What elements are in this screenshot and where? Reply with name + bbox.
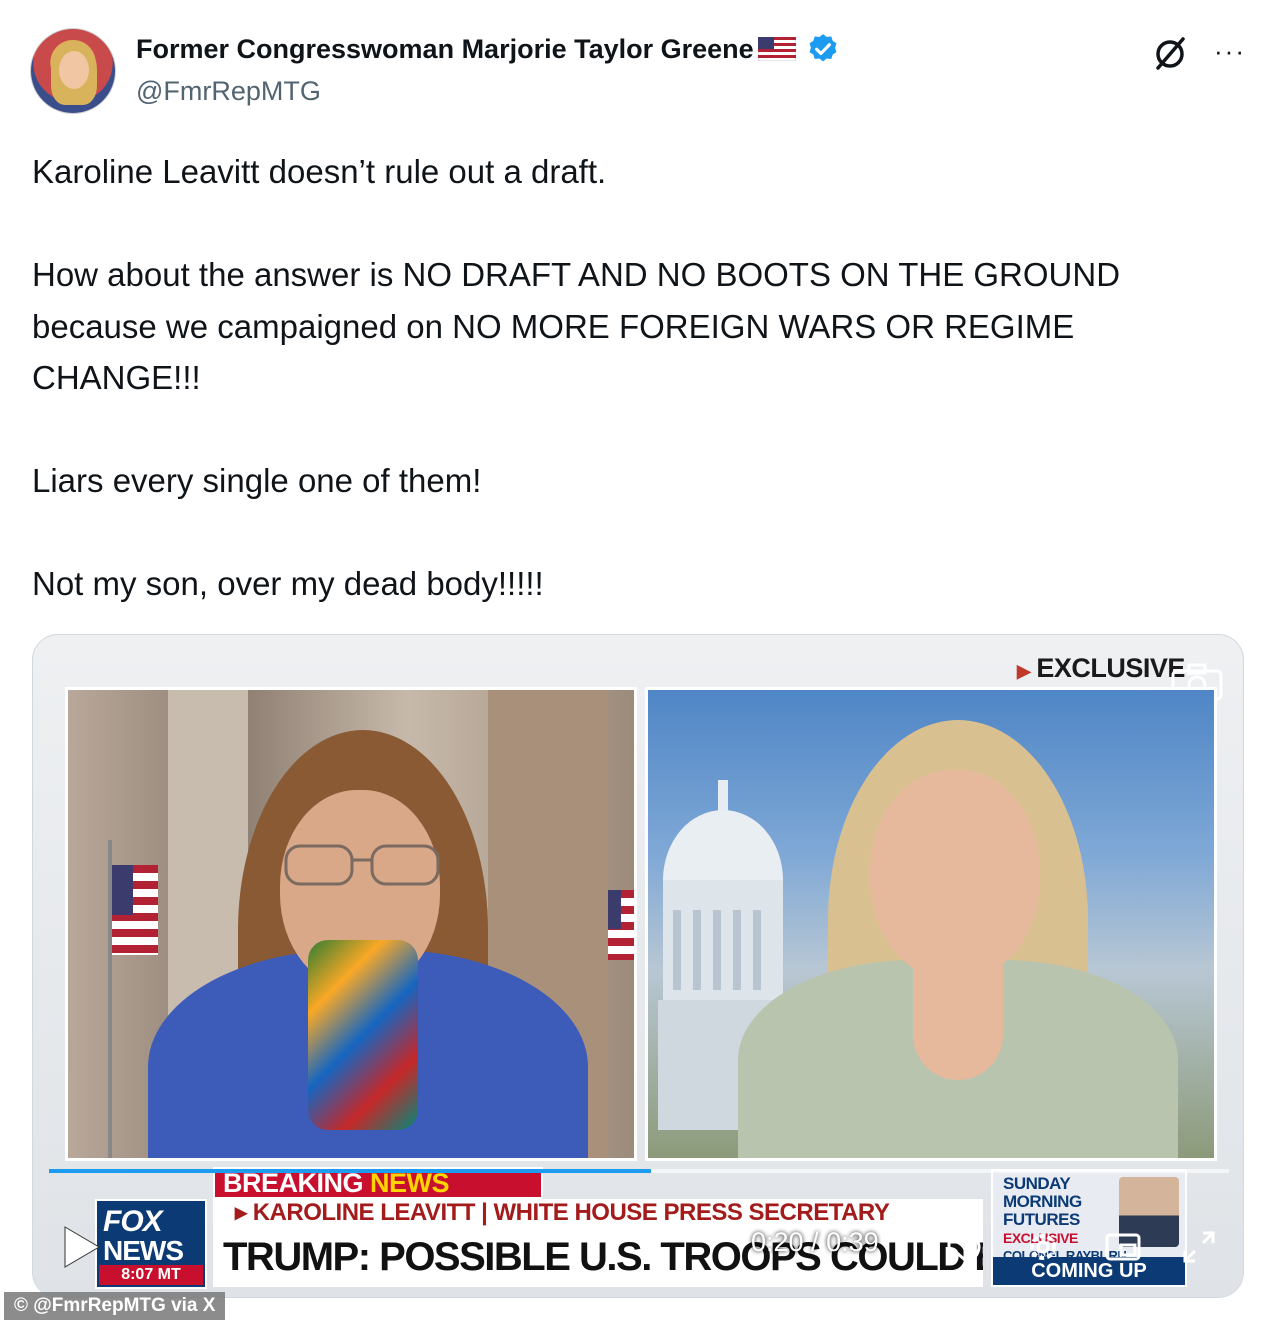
author-name-row: Former Congresswoman Marjorie Taylor Gre… — [136, 32, 840, 66]
more-options-icon[interactable]: ··· — [1214, 38, 1246, 64]
post-paragraph: How about the answer is NO DRAFT AND NO … — [32, 256, 1130, 396]
grok-icon[interactable] — [1150, 34, 1190, 74]
post-paragraph: Not my son, over my dead body!!!!! — [32, 565, 544, 602]
verified-badge-icon — [809, 34, 837, 62]
host-scarf — [308, 940, 418, 1130]
american-flag — [608, 890, 634, 960]
video-progress-bar[interactable] — [49, 1169, 1229, 1173]
exclusive-label: EXCLUSIVE — [1036, 653, 1185, 683]
coming-up-label: COMING UP — [993, 1257, 1185, 1285]
network-name-line2: NEWS — [103, 1235, 184, 1266]
promo-line: MORNING — [1003, 1192, 1082, 1211]
guest-nameplate: ▸ KAROLINE LEAVITT | WHITE HOUSE PRESS S… — [213, 1199, 983, 1227]
duration: 0:39 — [826, 1227, 879, 1257]
exclusive-tag: ▶ EXCLUSIVE — [1017, 653, 1185, 684]
time-separator: / — [803, 1227, 827, 1257]
network-name-line1: FOX — [103, 1205, 163, 1238]
host-glasses — [284, 844, 440, 886]
video-player[interactable]: ▶ EXCLUSIVE BREAKING NEWS ▸ KAROLINE LEA… — [32, 634, 1244, 1298]
coming-up-promo: SUNDAY MORNING FUTURES EXCLUSIVE COLONEL… — [991, 1169, 1187, 1287]
post-paragraph: Liars every single one of them! — [32, 462, 482, 499]
video-progress-fill — [49, 1169, 651, 1173]
avatar-face — [59, 51, 89, 89]
author-avatar[interactable] — [30, 28, 116, 114]
current-time: 0:20 — [751, 1227, 804, 1257]
picture-in-picture-icon[interactable] — [1103, 1227, 1143, 1267]
volume-icon[interactable] — [945, 1227, 985, 1267]
play-triangle-icon: ▶ — [1017, 661, 1031, 681]
us-flag-icon — [757, 37, 796, 61]
image-credit-watermark: © @FmrRepMTG via X — [4, 1292, 226, 1320]
video-panel-guest — [645, 687, 1217, 1161]
promo-line: SUNDAY — [1003, 1174, 1071, 1193]
author-handle[interactable]: @FmrRepMTG — [136, 76, 321, 107]
post-header: Former Congresswoman Marjorie Taylor Gre… — [30, 28, 1250, 118]
play-icon[interactable] — [61, 1225, 101, 1269]
author-display-name[interactable]: Former Congresswoman Marjorie Taylor Gre… — [136, 34, 754, 65]
american-flag — [112, 865, 158, 955]
video-time-readout: 0:20 / 0:39 — [751, 1227, 879, 1258]
settings-icon[interactable] — [1023, 1227, 1063, 1267]
guest-face — [870, 770, 1040, 980]
video-panel-host — [65, 687, 637, 1161]
fullscreen-icon[interactable] — [1179, 1227, 1219, 1267]
broadcast-clock: 8:07 MT — [99, 1265, 203, 1285]
post-body: Karoline Leavitt doesn’t rule out a draf… — [32, 146, 1242, 610]
post-paragraph: Karoline Leavitt doesn’t rule out a draf… — [32, 153, 607, 190]
fox-news-logo: FOX NEWS 8:07 MT — [95, 1199, 207, 1289]
